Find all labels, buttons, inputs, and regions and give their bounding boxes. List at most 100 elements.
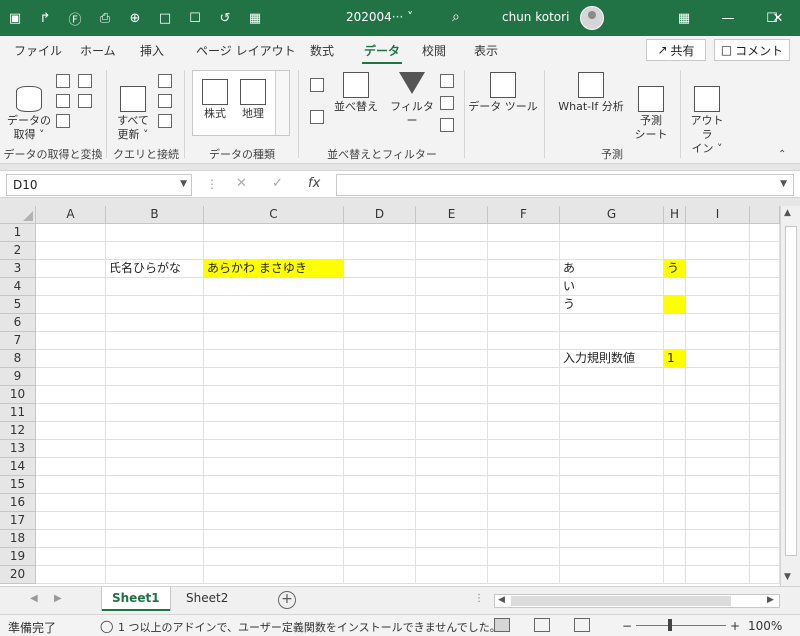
cell-h12[interactable] bbox=[664, 422, 686, 440]
cell-d1[interactable] bbox=[344, 224, 416, 242]
formula-bar-grip[interactable]: ⋮ bbox=[206, 177, 218, 191]
cell-h17[interactable] bbox=[664, 512, 686, 530]
cell-h2[interactable] bbox=[664, 242, 686, 260]
outline-button[interactable]: アウトラ イン ˅ bbox=[686, 72, 728, 156]
quick-access-icon-0[interactable]: ▣ bbox=[0, 0, 30, 36]
cell-d11[interactable] bbox=[344, 404, 416, 422]
row-header[interactable]: 12 bbox=[0, 422, 36, 440]
tab-data[interactable]: データ bbox=[361, 42, 403, 65]
tab-review[interactable]: 校閲 bbox=[422, 42, 446, 59]
cell-f8[interactable] bbox=[488, 350, 560, 368]
cell-i2[interactable] bbox=[686, 242, 750, 260]
cell-g5[interactable]: う bbox=[560, 296, 664, 314]
zoom-level[interactable]: 100% bbox=[748, 619, 782, 633]
cell-f2[interactable] bbox=[488, 242, 560, 260]
cell-g6[interactable] bbox=[560, 314, 664, 332]
quick-access-icon-5[interactable]: □ bbox=[150, 0, 180, 36]
cell-i1[interactable] bbox=[686, 224, 750, 242]
cell-g12[interactable] bbox=[560, 422, 664, 440]
cell-f1[interactable] bbox=[488, 224, 560, 242]
horizontal-scrollbar[interactable]: ◀ ▶ bbox=[494, 594, 780, 608]
cell-b20[interactable] bbox=[106, 566, 204, 584]
tab-view[interactable]: 表示 bbox=[474, 42, 498, 59]
cell-b8[interactable] bbox=[106, 350, 204, 368]
cell-d2[interactable] bbox=[344, 242, 416, 260]
column-header[interactable]: F bbox=[488, 206, 560, 224]
cell-h9[interactable] bbox=[664, 368, 686, 386]
cell-a18[interactable] bbox=[36, 530, 106, 548]
row-header[interactable]: 11 bbox=[0, 404, 36, 422]
data-tools-button[interactable]: データ ツール bbox=[468, 72, 538, 114]
column-header[interactable]: A bbox=[36, 206, 106, 224]
column-header[interactable]: D bbox=[344, 206, 416, 224]
cell-b6[interactable] bbox=[106, 314, 204, 332]
cell-f4[interactable] bbox=[488, 278, 560, 296]
cell-f3[interactable] bbox=[488, 260, 560, 278]
cell-f16[interactable] bbox=[488, 494, 560, 512]
cell-e4[interactable] bbox=[416, 278, 488, 296]
cell-e9[interactable] bbox=[416, 368, 488, 386]
cell-c1[interactable] bbox=[204, 224, 344, 242]
cell-i20[interactable] bbox=[686, 566, 750, 584]
cell-f14[interactable] bbox=[488, 458, 560, 476]
close-button[interactable]: ✕ bbox=[756, 0, 800, 36]
avatar[interactable] bbox=[580, 6, 604, 30]
cell-i16[interactable] bbox=[686, 494, 750, 512]
cell-i11[interactable] bbox=[686, 404, 750, 422]
row-header[interactable]: 3 bbox=[0, 260, 36, 278]
cell-a4[interactable] bbox=[36, 278, 106, 296]
cell-b12[interactable] bbox=[106, 422, 204, 440]
zoom-in-icon[interactable]: + bbox=[730, 619, 740, 633]
cell-h5[interactable] bbox=[664, 296, 686, 314]
cell-d12[interactable] bbox=[344, 422, 416, 440]
zoom-slider[interactable] bbox=[636, 625, 726, 626]
cell-a9[interactable] bbox=[36, 368, 106, 386]
stocks-button[interactable]: 株式 bbox=[197, 79, 233, 121]
cell-i15[interactable] bbox=[686, 476, 750, 494]
collapse-ribbon-icon[interactable]: ⌃ bbox=[778, 149, 786, 160]
vertical-scrollbar[interactable]: ▲ ▼ bbox=[780, 206, 800, 586]
cell-g3[interactable]: あ bbox=[560, 260, 664, 278]
cell-h11[interactable] bbox=[664, 404, 686, 422]
cell-a14[interactable] bbox=[36, 458, 106, 476]
cell-c5[interactable] bbox=[204, 296, 344, 314]
cell-c8[interactable] bbox=[204, 350, 344, 368]
cell-h1[interactable] bbox=[664, 224, 686, 242]
scroll-right-icon[interactable]: ▶ bbox=[767, 595, 774, 605]
addin-warning-icon[interactable]: ◯ bbox=[100, 619, 113, 633]
cell-b9[interactable] bbox=[106, 368, 204, 386]
sheet-tab-sheet2[interactable]: Sheet2 bbox=[176, 587, 238, 611]
cell-g10[interactable] bbox=[560, 386, 664, 404]
row-header[interactable]: 18 bbox=[0, 530, 36, 548]
cell-b17[interactable] bbox=[106, 512, 204, 530]
cell-f15[interactable] bbox=[488, 476, 560, 494]
row-header[interactable]: 15 bbox=[0, 476, 36, 494]
cell-e11[interactable] bbox=[416, 404, 488, 422]
cell-a12[interactable] bbox=[36, 422, 106, 440]
scroll-left-icon[interactable]: ◀ bbox=[498, 595, 505, 605]
cell-d17[interactable] bbox=[344, 512, 416, 530]
quick-access-icon-6[interactable]: ☐ bbox=[180, 0, 210, 36]
cell-g8[interactable]: 入力規則数値 bbox=[560, 350, 664, 368]
cell-h15[interactable] bbox=[664, 476, 686, 494]
cell-h14[interactable] bbox=[664, 458, 686, 476]
cell-g14[interactable] bbox=[560, 458, 664, 476]
cell-g11[interactable] bbox=[560, 404, 664, 422]
recent-sources-icon[interactable] bbox=[78, 74, 92, 88]
edit-links-icon[interactable] bbox=[158, 114, 172, 128]
cell-g4[interactable]: い bbox=[560, 278, 664, 296]
cancel-icon[interactable]: ✕ bbox=[236, 176, 247, 191]
vertical-scroll-thumb[interactable] bbox=[785, 226, 797, 556]
quick-access-icon-8[interactable]: ▦ bbox=[240, 0, 270, 36]
cell-h16[interactable] bbox=[664, 494, 686, 512]
cell-e13[interactable] bbox=[416, 440, 488, 458]
cell-h13[interactable] bbox=[664, 440, 686, 458]
cell-b10[interactable] bbox=[106, 386, 204, 404]
scroll-down-icon[interactable]: ▼ bbox=[784, 572, 791, 582]
cell-d15[interactable] bbox=[344, 476, 416, 494]
cell-c20[interactable] bbox=[204, 566, 344, 584]
get-data-button[interactable]: データの 取得 ˅ bbox=[6, 72, 52, 142]
cell-c10[interactable] bbox=[204, 386, 344, 404]
normal-view-icon[interactable] bbox=[494, 618, 510, 632]
cell-c9[interactable] bbox=[204, 368, 344, 386]
